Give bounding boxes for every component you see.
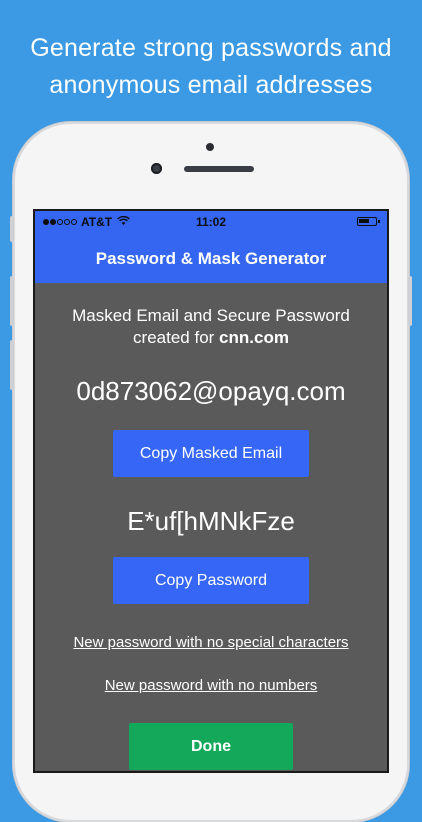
signal-dot-4 xyxy=(64,219,70,225)
no-special-characters-link[interactable]: New password with no special characters xyxy=(35,633,387,653)
signal-dot-2 xyxy=(50,219,56,225)
copy-masked-email-button[interactable]: Copy Masked Email xyxy=(113,430,309,477)
battery-icon xyxy=(357,217,380,226)
phone-mute-switch xyxy=(10,216,14,242)
status-bar: AT&T 11:02 xyxy=(35,211,387,233)
headline-line-1: Generate strong passwords and xyxy=(30,34,392,62)
signal-dot-1 xyxy=(43,219,49,225)
battery-tip xyxy=(378,220,380,223)
phone-volume-down xyxy=(10,340,14,390)
phone-camera xyxy=(151,163,162,174)
password-value: E*uf[hMNkFze xyxy=(127,506,295,536)
intro-text: Masked Email and Secure Password created… xyxy=(35,305,387,349)
promo-headline: Generate strong passwords and anonymous … xyxy=(0,30,422,104)
wifi-icon xyxy=(117,215,130,229)
intro-line-2: created for cnn.com xyxy=(35,327,387,349)
site-name: cnn.com xyxy=(219,328,289,347)
phone-screen: AT&T 11:02 Password & Mask Generator Mas… xyxy=(35,211,387,771)
no-numbers-link[interactable]: New password with no numbers xyxy=(35,676,387,696)
copy-password-button[interactable]: Copy Password xyxy=(113,557,309,604)
phone-sensor xyxy=(206,143,214,151)
headline-line-2: anonymous email addresses xyxy=(49,71,373,99)
carrier-name: AT&T xyxy=(81,215,113,229)
masked-email-value: 0d873062@opayq.com xyxy=(76,376,346,406)
nav-title: Password & Mask Generator xyxy=(35,233,387,283)
phone-volume-up xyxy=(10,276,14,326)
phone-power-button xyxy=(408,276,412,326)
done-button[interactable]: Done xyxy=(129,723,293,770)
phone-speaker xyxy=(184,166,254,172)
signal-dot-3 xyxy=(57,219,63,225)
status-left: AT&T xyxy=(43,215,130,229)
intro-prefix: created for xyxy=(133,328,220,347)
intro-line-1: Masked Email and Secure Password xyxy=(72,306,350,325)
signal-dot-5 xyxy=(71,219,77,225)
battery-fill xyxy=(359,219,369,223)
